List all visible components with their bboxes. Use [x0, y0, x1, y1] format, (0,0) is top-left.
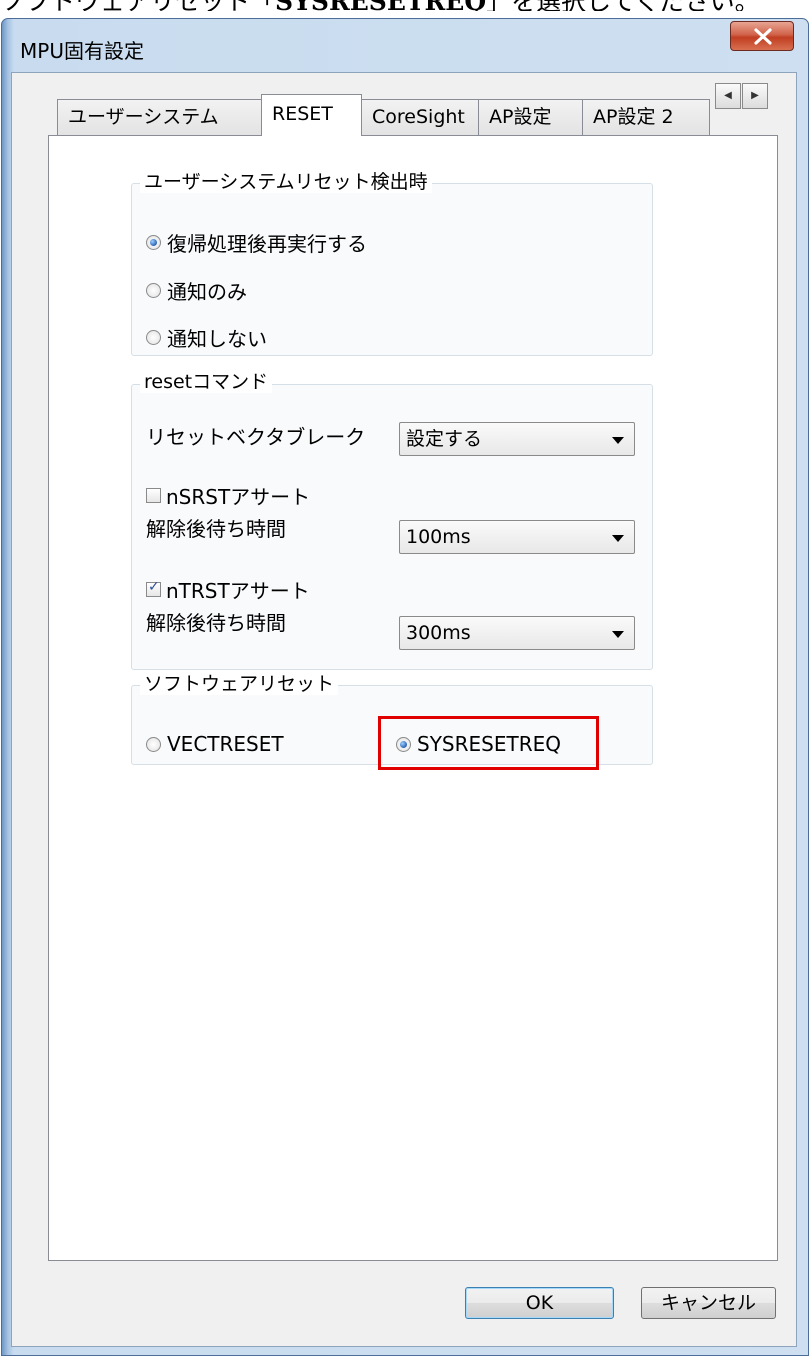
radio-indicator — [146, 736, 161, 752]
radio-notify-only[interactable]: 通知のみ — [146, 276, 247, 305]
tab-coresight[interactable]: CoreSight — [361, 99, 479, 135]
checkbox-indicator — [146, 579, 161, 597]
nsrst-wait-select[interactable]: 100ms — [399, 520, 635, 554]
window-title: MPU固有設定 — [20, 39, 144, 63]
ntrst-assert-label: nTRSTアサート — [166, 579, 310, 603]
group-reset-detect-title: ユーザーシステムリセット検出時 — [140, 171, 432, 193]
caption-text-bold: SYSRESETREQ — [275, 0, 486, 11]
radio-label: 通知のみ — [167, 280, 247, 304]
ntrst-wait-label: 解除後待ち時間 — [146, 611, 286, 635]
group-software-reset-title: ソフトウェアリセット — [140, 673, 339, 695]
radio-label: VECTRESET — [167, 732, 284, 756]
vector-break-label: リセットベクタブレーク — [146, 425, 366, 449]
arrow-right-icon: ▶ — [751, 90, 759, 101]
radio-rerun-after-recovery[interactable]: 復帰処理後再実行する — [146, 228, 367, 257]
chevron-down-icon — [612, 437, 624, 444]
nsrst-wait-value: 100ms — [406, 526, 471, 548]
chevron-down-icon — [612, 631, 624, 638]
tab-scroll-right-button[interactable]: ▶ — [742, 83, 768, 109]
caption-text-after: 」を選択してください。 — [486, 0, 760, 11]
ntrst-wait-select[interactable]: 300ms — [399, 616, 635, 650]
vector-break-select[interactable]: 設定する — [399, 422, 635, 456]
title-bar[interactable]: MPU固有設定 — [2, 19, 808, 73]
ntrst-wait-value: 300ms — [406, 622, 471, 644]
vector-break-value: 設定する — [406, 428, 483, 450]
arrow-left-icon: ◀ — [724, 90, 732, 101]
radio-no-notify[interactable]: 通知しない — [146, 323, 267, 352]
cancel-button[interactable]: キャンセル — [641, 1287, 776, 1319]
close-icon — [754, 28, 772, 45]
nsrst-wait-label: 解除後待ち時間 — [146, 517, 286, 541]
instruction-caption: ソフトウェアリセット「SYSRESETREQ」を選択してください。 — [0, 0, 811, 11]
tab-ap-settings-2[interactable]: AP設定 2 — [582, 99, 710, 135]
close-button[interactable] — [730, 21, 794, 51]
tab-scroll-buttons: ◀ ▶ — [715, 83, 773, 111]
radio-indicator — [146, 283, 161, 298]
tab-ap-settings[interactable]: AP設定 — [478, 99, 583, 135]
group-reset-command-title: resetコマンド — [140, 371, 273, 393]
tab-user-system[interactable]: ユーザーシステム — [57, 99, 262, 135]
ntrst-assert-checkbox[interactable]: nTRSTアサート — [146, 575, 310, 604]
radio-indicator — [146, 235, 161, 250]
nsrst-assert-checkbox[interactable]: nSRSTアサート — [146, 481, 310, 510]
highlight-box — [378, 716, 599, 770]
nsrst-assert-label: nSRSTアサート — [166, 485, 311, 509]
tab-reset[interactable]: RESET — [261, 94, 362, 136]
radio-indicator — [146, 330, 161, 345]
radio-vectreset[interactable]: VECTRESET — [146, 732, 284, 756]
caption-text-before: ソフトウェアリセット「 — [0, 0, 275, 11]
radio-label: 復帰処理後再実行する — [167, 232, 367, 256]
tab-scroll-left-button[interactable]: ◀ — [715, 83, 741, 109]
checkbox-indicator — [146, 488, 161, 503]
radio-label: 通知しない — [167, 327, 267, 351]
chevron-down-icon — [612, 535, 624, 542]
ok-button[interactable]: OK — [465, 1287, 614, 1319]
